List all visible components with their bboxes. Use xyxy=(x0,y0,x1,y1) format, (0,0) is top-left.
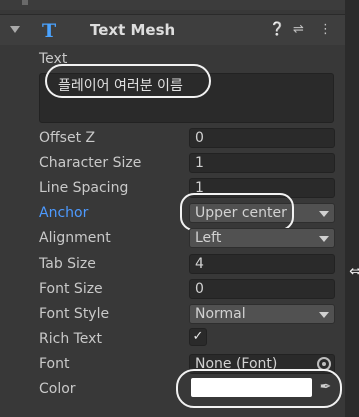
line-spacing-label: Line Spacing xyxy=(39,180,129,196)
color-label: Color xyxy=(39,381,76,397)
font-style-label: Font Style xyxy=(39,306,110,322)
foldout-arrow-icon[interactable] xyxy=(10,26,20,33)
tab-size-input[interactable]: 4 xyxy=(189,254,335,274)
mouse-cursor-icon: ⇔ xyxy=(349,262,359,280)
font-size-label: Font Size xyxy=(39,281,103,297)
font-style-dropdown[interactable]: Normal xyxy=(189,304,335,324)
alignment-label: Alignment xyxy=(39,230,111,246)
chevron-down-icon xyxy=(319,211,329,217)
offset-z-input[interactable]: 0 xyxy=(189,128,335,148)
anchor-label: Anchor xyxy=(39,205,89,221)
component-title: Text Mesh xyxy=(90,21,176,39)
chevron-down-icon xyxy=(319,236,329,242)
scrollbar[interactable] xyxy=(345,0,359,417)
font-label: Font xyxy=(39,356,70,372)
text-mesh-icon: T xyxy=(42,20,57,42)
highlight-ring-color xyxy=(176,369,342,408)
help-icon[interactable]: ❔ xyxy=(269,22,285,37)
checkmark-icon: ✓ xyxy=(192,329,204,344)
chevron-down-icon xyxy=(319,312,329,318)
font-style-value: Normal xyxy=(195,306,246,322)
component-header[interactable]: T Text Mesh ❔ ⇌ ⋮ xyxy=(0,14,345,46)
more-icon[interactable]: ⋮ xyxy=(319,22,332,37)
character-size-input[interactable]: 1 xyxy=(189,153,335,173)
alignment-value: Left xyxy=(195,230,222,246)
rich-text-checkbox[interactable]: ✓ xyxy=(189,328,207,346)
presets-icon[interactable]: ⇌ xyxy=(293,22,304,37)
tab-size-label: Tab Size xyxy=(39,256,96,272)
font-size-input[interactable]: 0 xyxy=(189,279,335,299)
offset-z-label: Offset Z xyxy=(39,130,96,146)
previous-component-edge xyxy=(22,0,28,5)
alignment-dropdown[interactable]: Left xyxy=(189,228,335,248)
rich-text-label: Rich Text xyxy=(39,331,102,347)
previous-component-strip xyxy=(0,0,345,10)
highlight-ring-anchor xyxy=(180,193,294,231)
highlight-ring-text xyxy=(45,64,211,98)
character-size-label: Character Size xyxy=(39,155,142,171)
